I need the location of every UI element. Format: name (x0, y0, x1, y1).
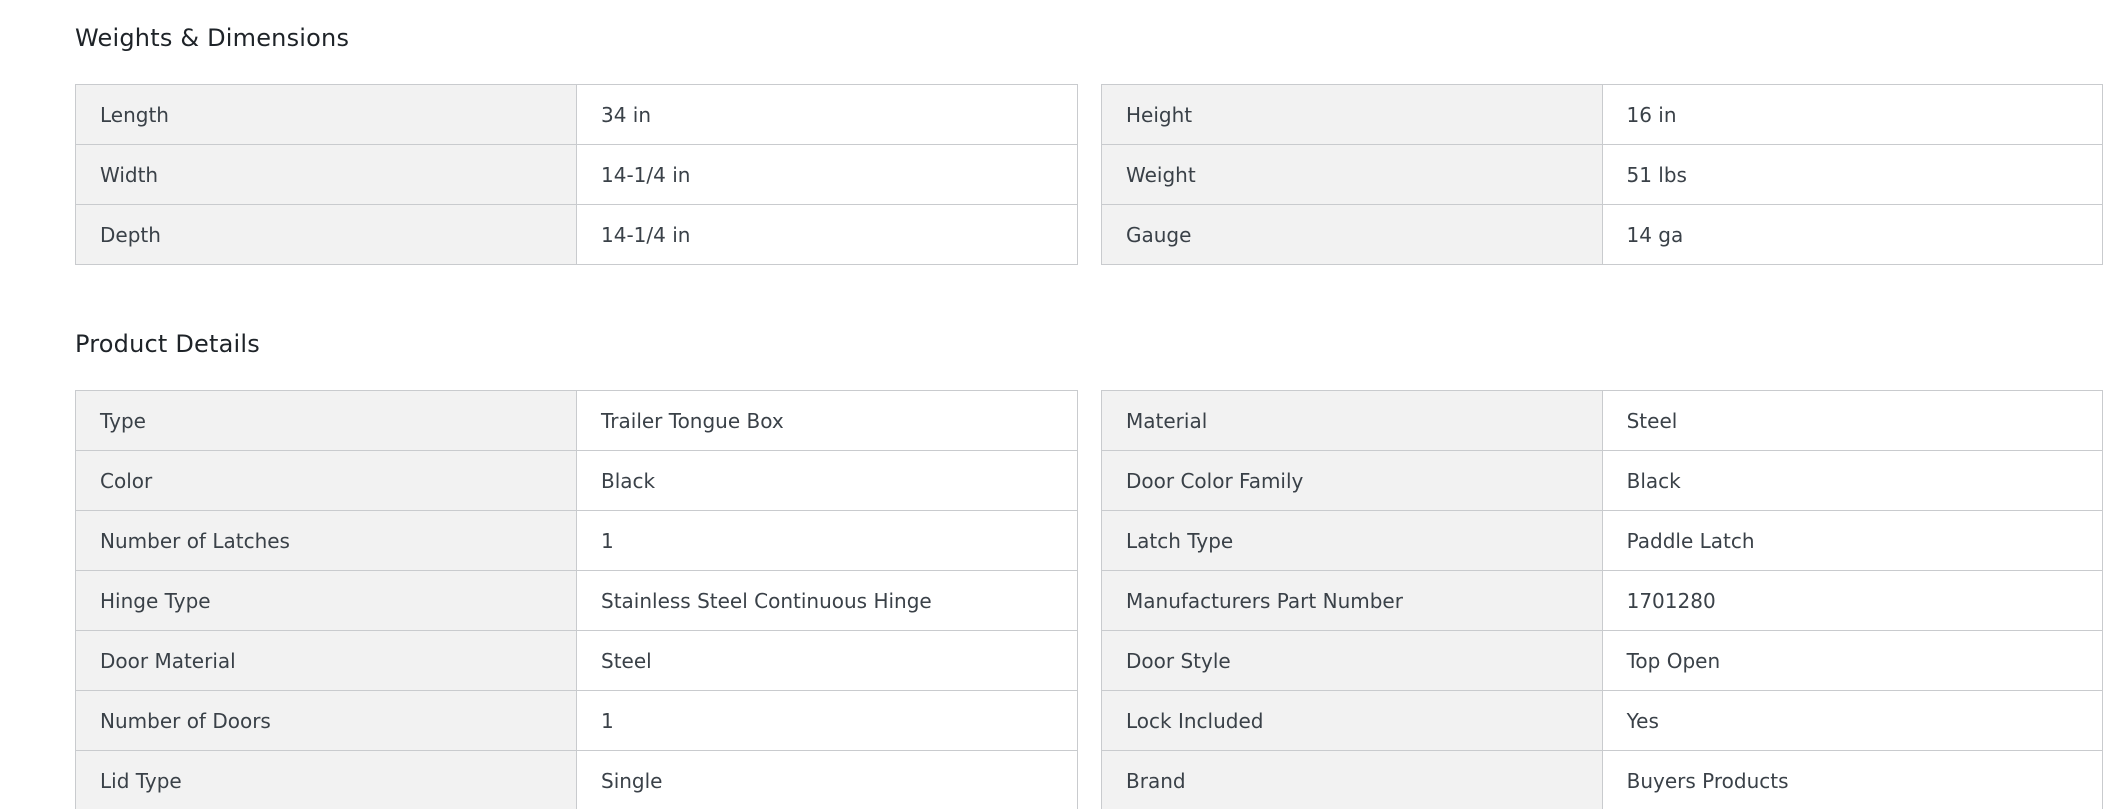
spec-value: 51 lbs (1601, 144, 2103, 205)
spec-row: Door Material Steel (75, 630, 1078, 691)
spec-value: 14 ga (1601, 204, 2103, 265)
spec-label: Latch Type (1101, 510, 1603, 571)
spec-row: Material Steel (1101, 390, 2103, 451)
spec-row: Hinge Type Stainless Steel Continuous Hi… (75, 570, 1078, 631)
spec-row: Depth 14-1/4 in (75, 204, 1078, 265)
spec-row: Number of Doors 1 (75, 690, 1078, 751)
product-details-table-left: Type Trailer Tongue Box Color Black Numb… (75, 390, 1078, 809)
spec-label: Lock Included (1101, 690, 1603, 751)
spec-row: Lock Included Yes (1101, 690, 2103, 751)
spec-label: Door Material (75, 630, 577, 691)
weights-dimensions-table-left: Length 34 in Width 14-1/4 in Depth 14-1/… (75, 84, 1078, 265)
spec-label: Height (1101, 84, 1603, 145)
spec-label: Door Color Family (1101, 450, 1603, 511)
spec-row: Height 16 in (1101, 84, 2103, 145)
spec-value: Stainless Steel Continuous Hinge (576, 570, 1078, 631)
weights-dimensions-table-right: Height 16 in Weight 51 lbs Gauge 14 ga (1101, 84, 2103, 265)
spec-value: Buyers Products (1601, 750, 2103, 809)
spec-row: Manufacturers Part Number 1701280 (1101, 570, 2103, 631)
spec-label: Weight (1101, 144, 1603, 205)
spec-label: Length (75, 84, 577, 145)
spec-label: Type (75, 390, 577, 451)
spec-label: Manufacturers Part Number (1101, 570, 1603, 631)
spec-value: 14-1/4 in (576, 144, 1078, 205)
spec-row: Length 34 in (75, 84, 1078, 145)
spec-value: Single (576, 750, 1078, 809)
spec-label: Lid Type (75, 750, 577, 809)
product-specifications-page: Weights & Dimensions Length 34 in Width … (0, 0, 2103, 809)
spec-row: Width 14-1/4 in (75, 144, 1078, 205)
spec-value: Yes (1601, 690, 2103, 751)
spec-value: 16 in (1601, 84, 2103, 145)
spec-value: Trailer Tongue Box (576, 390, 1078, 451)
spec-row: Gauge 14 ga (1101, 204, 2103, 265)
spec-label: Depth (75, 204, 577, 265)
spec-label: Width (75, 144, 577, 205)
spec-value: Black (576, 450, 1078, 511)
spec-row: Lid Type Single (75, 750, 1078, 809)
spec-value: Steel (1601, 390, 2103, 451)
spec-value: 14-1/4 in (576, 204, 1078, 265)
spec-row: Latch Type Paddle Latch (1101, 510, 2103, 571)
spec-value: Paddle Latch (1601, 510, 2103, 571)
spec-value: Top Open (1601, 630, 2103, 691)
spec-value: 34 in (576, 84, 1078, 145)
spec-label: Brand (1101, 750, 1603, 809)
spec-value: 1 (576, 510, 1078, 571)
spec-label: Hinge Type (75, 570, 577, 631)
spec-label: Color (75, 450, 577, 511)
spec-value: 1701280 (1601, 570, 2103, 631)
spec-row: Door Color Family Black (1101, 450, 2103, 511)
spec-label: Door Style (1101, 630, 1603, 691)
weights-dimensions-title: Weights & Dimensions (75, 24, 350, 52)
product-details-title: Product Details (75, 330, 260, 358)
spec-value: Steel (576, 630, 1078, 691)
spec-label: Material (1101, 390, 1603, 451)
spec-value: 1 (576, 690, 1078, 751)
spec-row: Type Trailer Tongue Box (75, 390, 1078, 451)
spec-row: Number of Latches 1 (75, 510, 1078, 571)
spec-label: Number of Latches (75, 510, 577, 571)
spec-label: Number of Doors (75, 690, 577, 751)
spec-row: Brand Buyers Products (1101, 750, 2103, 809)
spec-row: Color Black (75, 450, 1078, 511)
product-details-table-right: Material Steel Door Color Family Black L… (1101, 390, 2103, 809)
spec-row: Door Style Top Open (1101, 630, 2103, 691)
spec-row: Weight 51 lbs (1101, 144, 2103, 205)
spec-label: Gauge (1101, 204, 1603, 265)
spec-value: Black (1601, 450, 2103, 511)
